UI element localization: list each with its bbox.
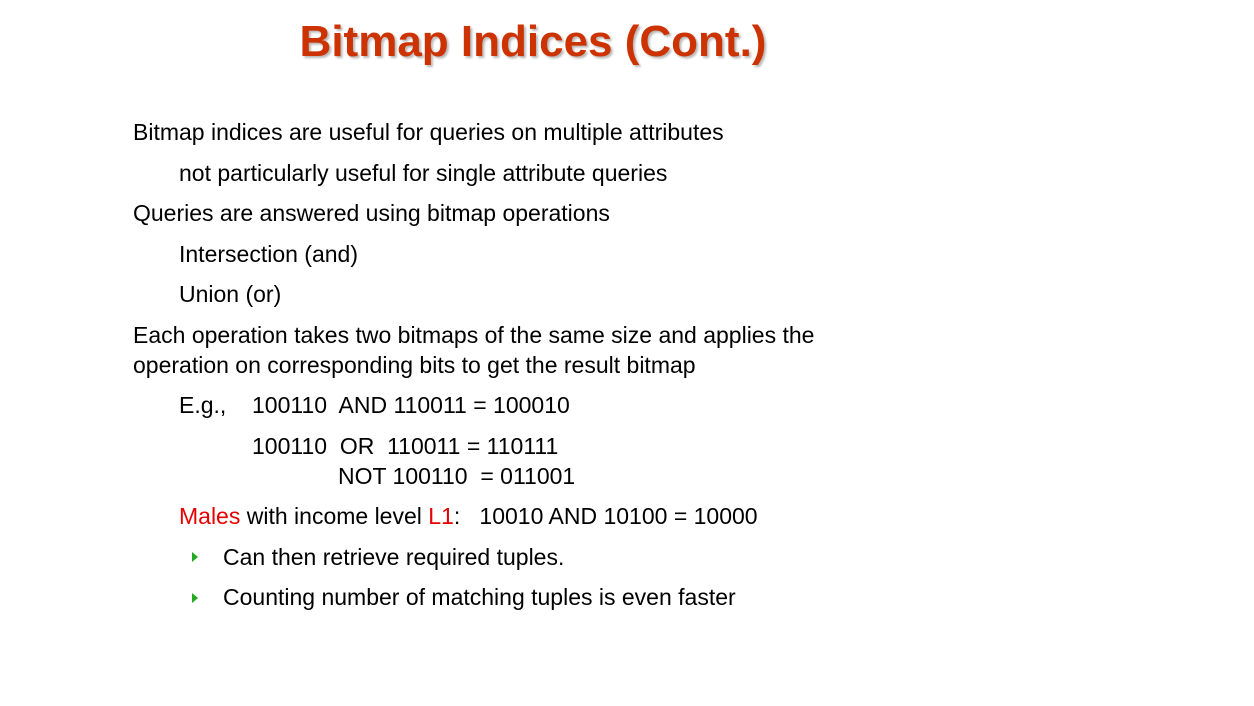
example-label: E.g., (179, 392, 227, 418)
point-each-operation-line2: operation on corresponding bits to get t… (133, 352, 696, 378)
bullet-counting-tuples: Counting number of matching tuples is ev… (223, 584, 736, 610)
example-or: 100110 OR 110011 = 110111 (252, 433, 559, 459)
point-multiple-attributes: Bitmap indices are useful for queries on… (133, 119, 724, 145)
triangle-bullet-icon (192, 593, 198, 603)
bullet-retrieve-tuples: Can then retrieve required tuples. (223, 544, 565, 570)
triangle-bullet-icon (192, 552, 198, 562)
males-mid-text: with income level (240, 503, 429, 529)
males-expression: : 10010 AND 10100 = 10000 (453, 503, 758, 529)
subpoint-union: Union (or) (179, 281, 282, 307)
income-level-label: L1 (428, 503, 454, 529)
males-word: Males (179, 503, 241, 529)
subpoint-intersection: Intersection (and) (179, 241, 358, 267)
point-each-operation-line1: Each operation takes two bitmaps of the … (133, 322, 815, 348)
males-income-example: Males with income level L1: 10010 AND 10… (179, 501, 758, 531)
subpoint-single-attribute: not particularly useful for single attri… (179, 160, 668, 186)
example-not: NOT 100110 = 011001 (338, 463, 576, 489)
slide-title: Bitmap Indices (Cont.) (299, 17, 767, 66)
example-and: 100110 AND 110011 = 100010 (252, 392, 570, 418)
point-bitmap-operations: Queries are answered using bitmap operat… (133, 200, 610, 226)
